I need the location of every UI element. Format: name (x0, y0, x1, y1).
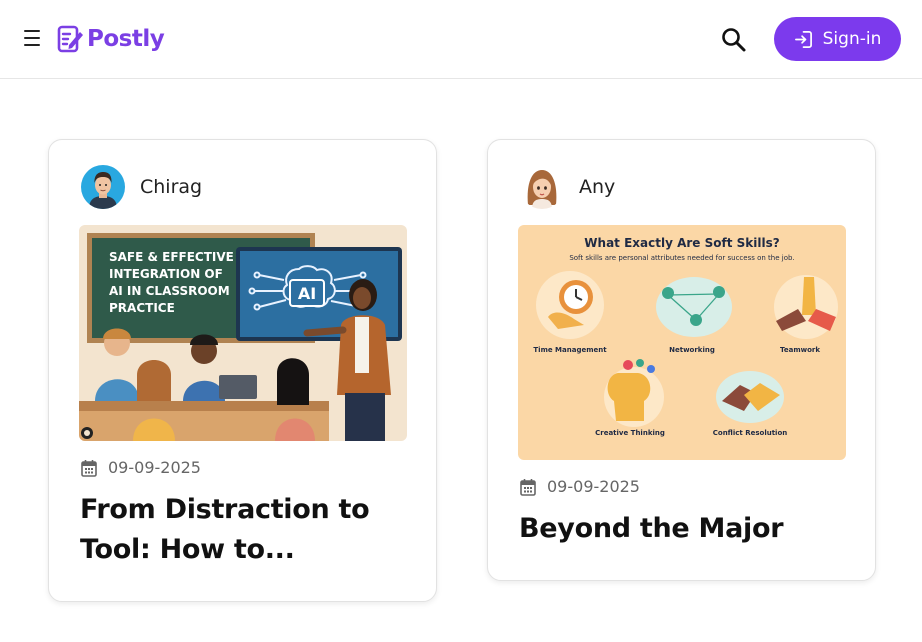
date-text: 09-09-2025 (108, 458, 201, 477)
date-text: 09-09-2025 (547, 477, 640, 496)
post-date: 09-09-2025 (520, 477, 640, 496)
thumbnail-ai-label: AI (298, 284, 316, 303)
sign-in-label: Sign-in (822, 29, 882, 49)
author-name: Any (579, 176, 616, 198)
calendar-icon (81, 459, 97, 477)
post-title[interactable]: Beyond the Major (519, 509, 849, 549)
skill-label: Teamwork (780, 346, 820, 354)
pencil-note-icon (57, 25, 83, 53)
thumbnail-heading: What Exactly Are Soft Skills? (584, 236, 779, 250)
skill-label: Creative Thinking (595, 429, 665, 437)
post-thumbnail[interactable]: What Exactly Are Soft Skills? Soft skill… (518, 225, 846, 460)
avatar (520, 165, 564, 209)
post-card[interactable]: Any What Exactly Are Soft Skills? Soft s… (487, 139, 876, 581)
thumbnail-headline-line: INTEGRATION OF (109, 267, 223, 281)
top-navbar: Postly Sign-in (0, 0, 922, 79)
skill-label: Conflict Resolution (713, 429, 788, 437)
post-title[interactable]: From Distraction to Tool: How to... (80, 490, 410, 570)
post-author[interactable]: Any (520, 165, 615, 209)
sign-in-button[interactable]: Sign-in (774, 17, 901, 61)
thumbnail-headline-line: SAFE & EFFECTIVE (109, 250, 234, 264)
hamburger-menu-icon[interactable] (24, 30, 42, 48)
login-icon (794, 30, 812, 48)
calendar-icon (520, 478, 536, 496)
author-name: Chirag (140, 176, 203, 198)
search-icon[interactable] (720, 26, 748, 54)
brand-logo[interactable]: Postly (56, 22, 165, 56)
post-date: 09-09-2025 (81, 458, 201, 477)
thumbnail-subheading: Soft skills are personal attributes need… (569, 254, 794, 262)
thumbnail-headline-line: AI IN CLASSROOM (109, 284, 230, 298)
avatar (81, 165, 125, 209)
brand-name: Postly (87, 26, 165, 52)
post-author[interactable]: Chirag (81, 165, 202, 209)
skill-label: Networking (669, 346, 715, 354)
skill-label: Time Management (533, 346, 607, 354)
thumbnail-headline-line: PRACTICE (109, 301, 175, 315)
post-card[interactable]: Chirag SAFE & EFFECTIVE INTEGRATION OF A… (48, 139, 437, 602)
post-thumbnail[interactable]: SAFE & EFFECTIVE INTEGRATION OF AI IN CL… (79, 225, 407, 441)
